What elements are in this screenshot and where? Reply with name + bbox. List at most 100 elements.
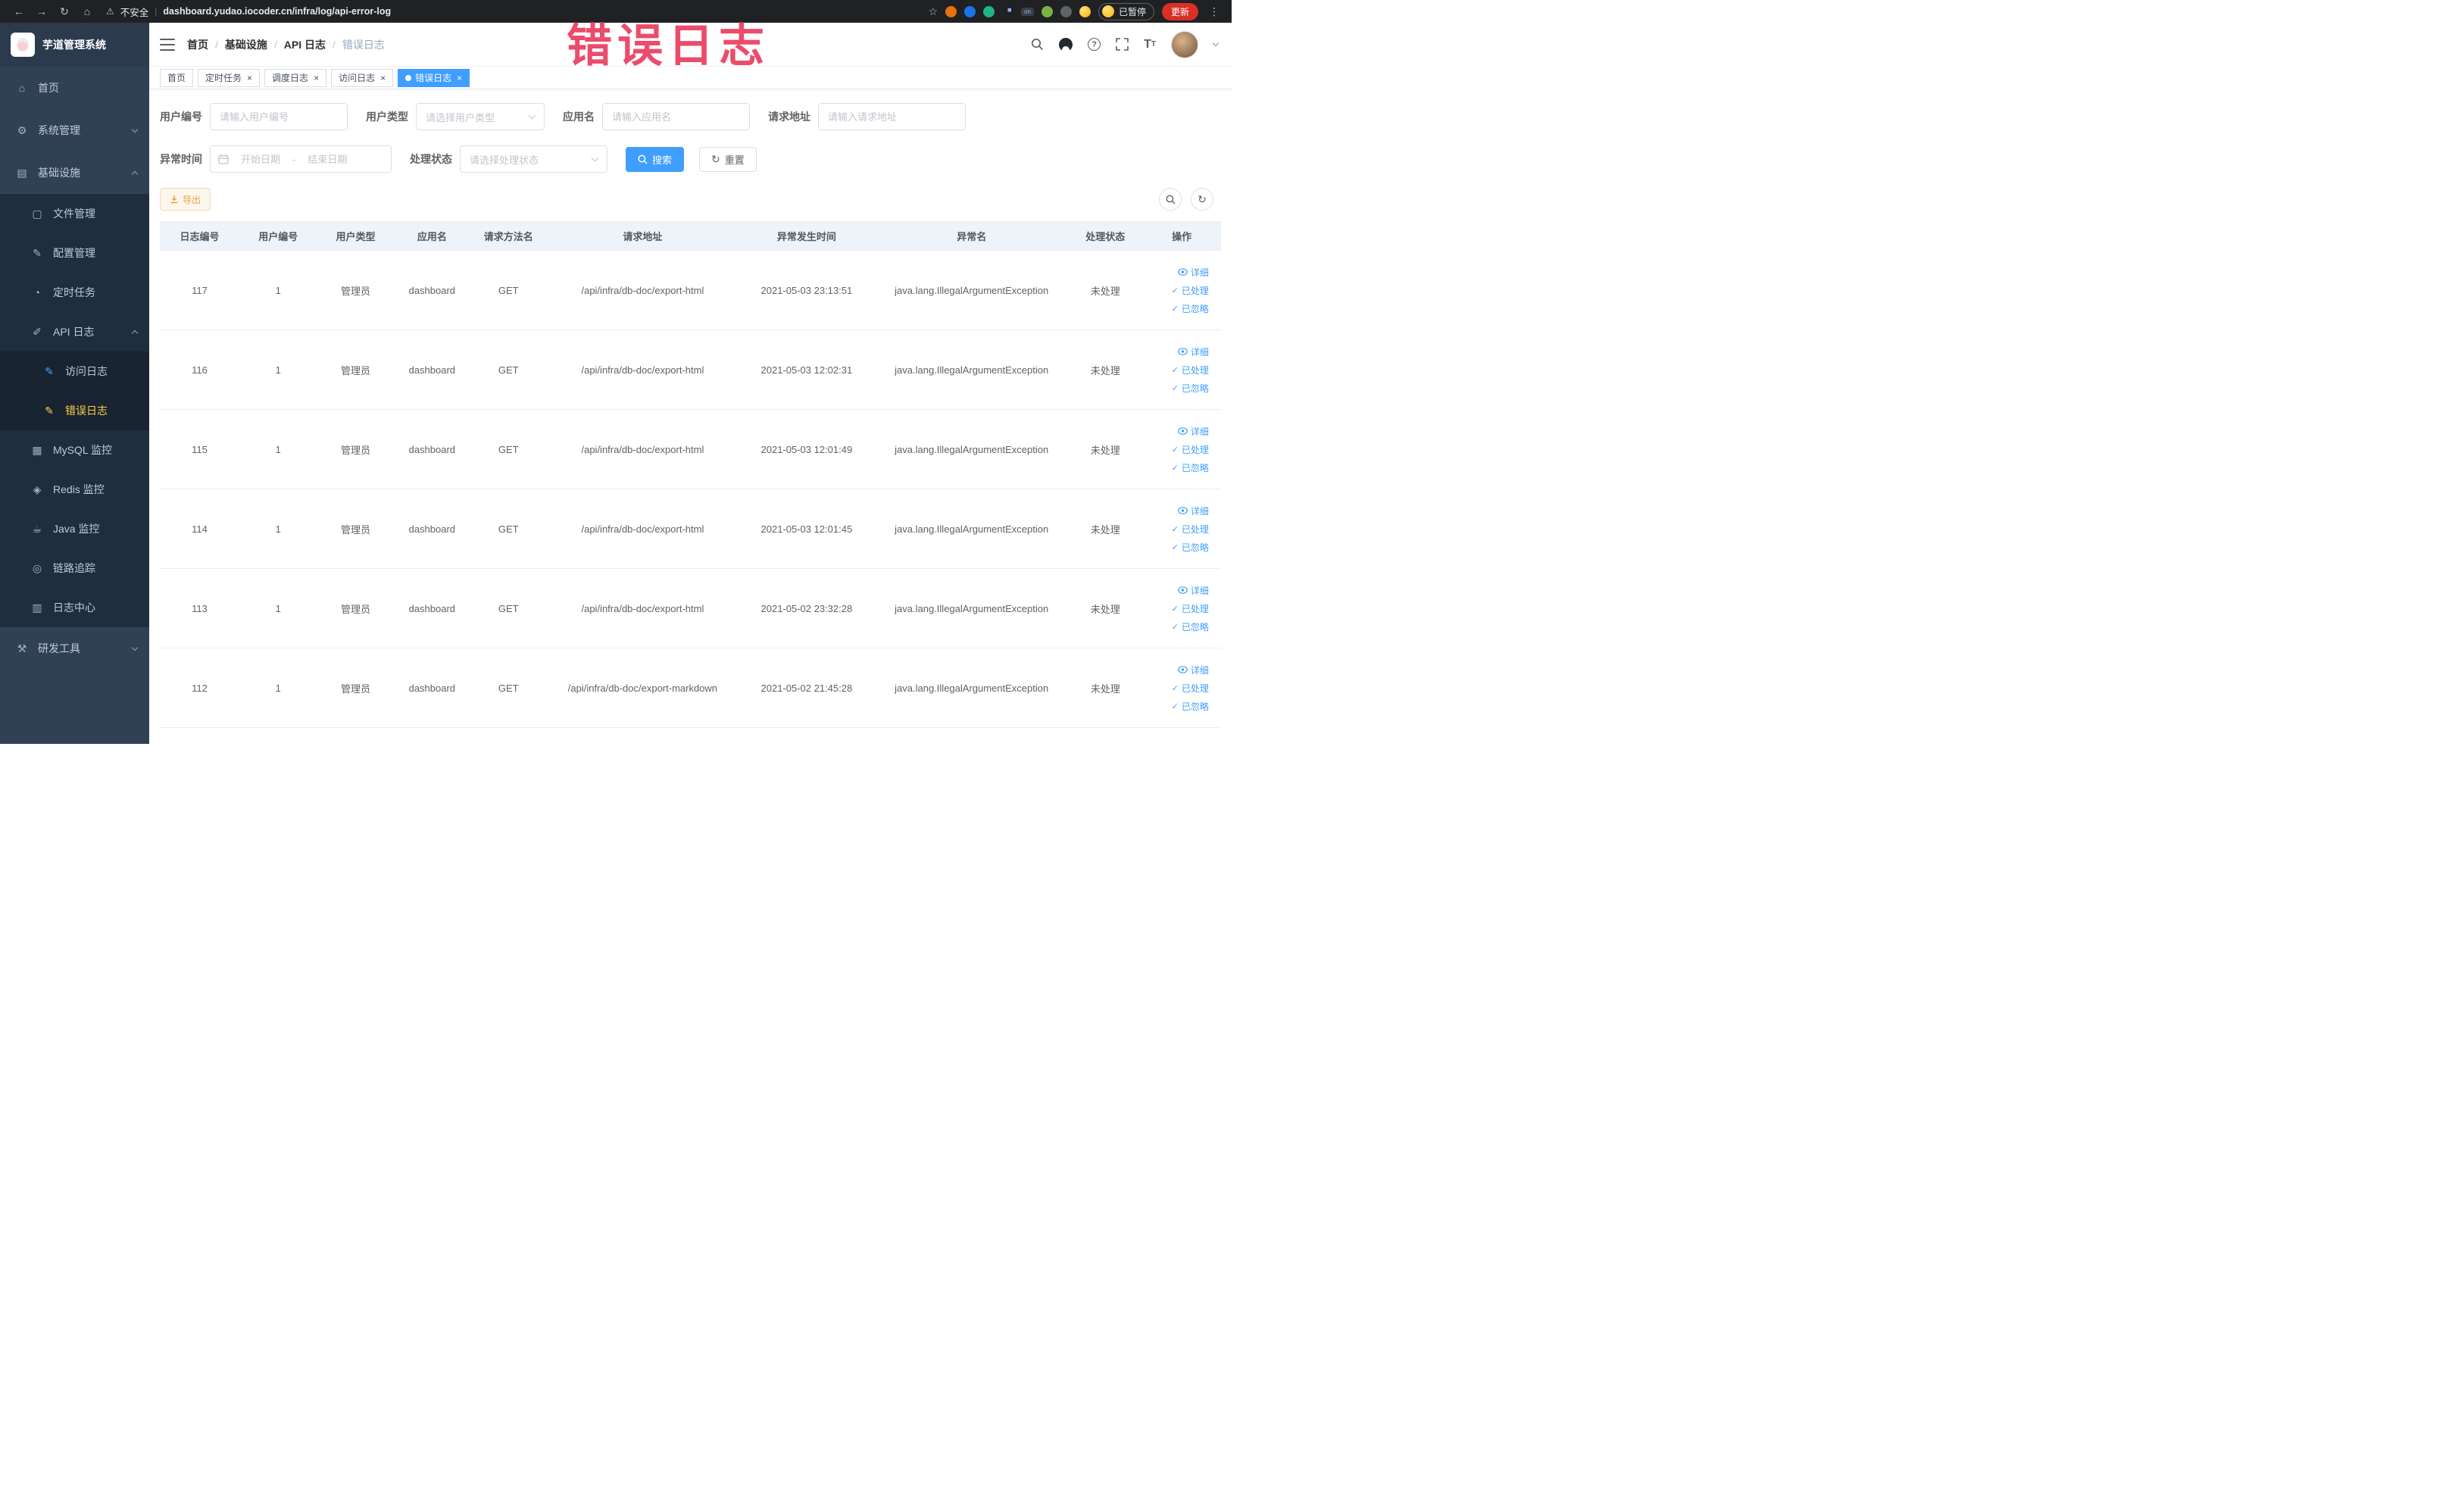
user-id-input[interactable]: [210, 103, 348, 130]
breadcrumb-item-api-logs[interactable]: API 日志: [284, 37, 326, 52]
reset-button[interactable]: ↻ 重置: [699, 146, 757, 172]
back-icon[interactable]: ←: [9, 2, 29, 20]
date-range-picker[interactable]: -: [210, 145, 392, 173]
close-icon[interactable]: ×: [314, 73, 319, 83]
logo-row[interactable]: 芋道管理系统: [0, 23, 149, 67]
ignored-link[interactable]: ✓ 已忽略: [1172, 541, 1209, 554]
sidebar-item-config-management[interactable]: ✎ 配置管理: [0, 233, 149, 273]
check-icon: ✓: [1171, 304, 1179, 314]
sidebar-item-error-log[interactable]: ✎ 错误日志: [0, 391, 149, 430]
extension-icon-orange[interactable]: [945, 5, 957, 17]
request-url-label: 请求地址: [768, 111, 810, 123]
extension-icon-leaf[interactable]: [1041, 5, 1053, 17]
extension-icon-paw[interactable]: [1060, 5, 1072, 17]
ignored-link[interactable]: ✓ 已忽略: [1172, 302, 1209, 315]
sidebar-item-mysql-monitor[interactable]: ▦ MySQL 监控: [0, 430, 149, 470]
processed-link[interactable]: ✓ 已处理: [1172, 602, 1209, 615]
sidebar-item-system-management[interactable]: ⚙ 系统管理: [0, 109, 149, 152]
detail-link[interactable]: 详细: [1178, 425, 1209, 438]
fullscreen-icon[interactable]: [1116, 38, 1129, 51]
ignored-link[interactable]: ✓ 已忽略: [1172, 461, 1209, 474]
toggle-search-button[interactable]: [1159, 188, 1182, 211]
close-icon[interactable]: ×: [380, 73, 386, 83]
tab-home[interactable]: 首页: [160, 68, 194, 87]
bookmark-star-icon[interactable]: ☆: [929, 5, 938, 18]
search-button[interactable]: 搜索: [626, 146, 685, 172]
tab-job-log[interactable]: 调度日志 ×: [264, 68, 327, 87]
sidebar-item-home[interactable]: ⌂ 首页: [0, 67, 149, 109]
processed-link[interactable]: ✓ 已处理: [1172, 443, 1209, 456]
ignored-label: 已忽略: [1181, 621, 1209, 633]
detail-link[interactable]: 详细: [1178, 505, 1209, 517]
ignored-link[interactable]: ✓ 已忽略: [1172, 700, 1209, 713]
extension-icon-blue[interactable]: [964, 5, 976, 17]
detail-link[interactable]: 详细: [1178, 266, 1209, 279]
chrome-menu-icon[interactable]: ⋮: [1206, 5, 1223, 18]
processed-link[interactable]: ✓ 已处理: [1172, 523, 1209, 536]
sidebar-item-redis-monitor[interactable]: ◈ Redis 监控: [0, 470, 149, 509]
breadcrumb-item-home[interactable]: 首页: [187, 37, 208, 52]
extension-badge[interactable]: on: [1021, 7, 1034, 16]
user-type-select[interactable]: 请选择用户类型: [416, 103, 545, 130]
forward-icon[interactable]: →: [32, 2, 52, 20]
processed-link[interactable]: ✓ 已处理: [1172, 284, 1209, 297]
search-icon[interactable]: [1031, 38, 1044, 51]
profile-avatar-icon[interactable]: [1079, 5, 1091, 17]
cell-log-id: 113: [192, 602, 208, 614]
close-icon[interactable]: ×: [247, 73, 252, 83]
eye-icon: [1178, 348, 1188, 355]
address-bar[interactable]: ⚠ 不安全 | dashboard.yudao.iocoder.cn/infra…: [106, 5, 926, 19]
sidebar-item-dev-tools[interactable]: ⚒ 研发工具: [0, 627, 149, 670]
request-url-input[interactable]: [818, 103, 966, 130]
export-button[interactable]: 导出: [160, 188, 211, 211]
eye-icon: ◎: [32, 561, 42, 574]
processed-link[interactable]: ✓ 已处理: [1172, 364, 1209, 376]
reload-icon[interactable]: ↻: [55, 2, 74, 20]
help-icon[interactable]: ?: [1088, 38, 1101, 51]
sidebar-item-java-monitor[interactable]: ☕ Java 监控: [0, 509, 149, 548]
tab-error-log[interactable]: 错误日志 ×: [398, 68, 470, 87]
sidebar-item-log-center[interactable]: ▥ 日志中心: [0, 588, 149, 627]
sidebar-item-file-management[interactable]: ▢ 文件管理: [0, 194, 149, 233]
home-icon[interactable]: ⌂: [77, 2, 97, 20]
font-size-icon[interactable]: TT: [1144, 38, 1156, 52]
sidebar-item-tracing[interactable]: ◎ 链路追踪: [0, 548, 149, 588]
cell-method: GET: [498, 602, 519, 614]
refresh-table-button[interactable]: ↻: [1191, 188, 1213, 211]
close-icon[interactable]: ×: [457, 73, 462, 83]
sidebar-item-scheduled-jobs[interactable]: ◔ 定时任务: [0, 273, 149, 312]
main-area: 首页 / 基础设施 / API 日志 / 错误日志 ? T T 首页 定时任务 …: [149, 23, 1232, 744]
end-date-input[interactable]: [298, 153, 357, 165]
paused-button[interactable]: 已暂停: [1098, 2, 1154, 20]
ignored-link[interactable]: ✓ 已忽略: [1172, 620, 1209, 633]
sidebar-item-access-log[interactable]: ✎ 访问日志: [0, 351, 149, 391]
infrastructure-submenu: ▢ 文件管理 ✎ 配置管理 ◔ 定时任务 ✐ API 日志 ✎ 访问日志 ✎ 错…: [0, 194, 149, 627]
app-name-input[interactable]: [602, 103, 750, 130]
processed-link[interactable]: ✓ 已处理: [1172, 682, 1209, 695]
config-icon: ✎: [33, 246, 42, 259]
detail-link[interactable]: 详细: [1178, 345, 1209, 358]
sidebar-item-infrastructure[interactable]: ▤ 基础设施: [0, 152, 149, 194]
tags-view: 首页 定时任务 × 调度日志 × 访问日志 × 错误日志 ×: [149, 67, 1232, 89]
process-status-select[interactable]: 请选择处理状态: [460, 145, 607, 173]
github-icon[interactable]: [1059, 37, 1073, 52]
tab-label: 调度日志: [272, 73, 309, 83]
check-icon: ✓: [1171, 701, 1179, 711]
cell-method: GET: [498, 284, 519, 296]
tab-scheduled-jobs[interactable]: 定时任务 ×: [198, 68, 261, 87]
extension-icon-grid[interactable]: [1002, 5, 1014, 17]
extension-icon-green[interactable]: [983, 5, 995, 17]
cell-log-id: 112: [192, 682, 208, 694]
detail-link[interactable]: 详细: [1178, 584, 1209, 597]
start-date-input[interactable]: [232, 153, 289, 165]
calendar-icon: [218, 154, 229, 164]
breadcrumb-item-infrastructure[interactable]: 基础设施: [225, 37, 267, 52]
update-button[interactable]: 更新: [1161, 2, 1198, 20]
avatar[interactable]: [1171, 30, 1198, 58]
tab-access-log[interactable]: 访问日志 ×: [331, 68, 394, 87]
ignored-link[interactable]: ✓ 已忽略: [1172, 382, 1209, 395]
sidebar-toggle-icon[interactable]: [160, 38, 175, 51]
sidebar-item-api-logs[interactable]: ✐ API 日志: [0, 312, 149, 351]
detail-link[interactable]: 详细: [1178, 664, 1209, 676]
avatar-caret-icon[interactable]: [1212, 39, 1220, 46]
